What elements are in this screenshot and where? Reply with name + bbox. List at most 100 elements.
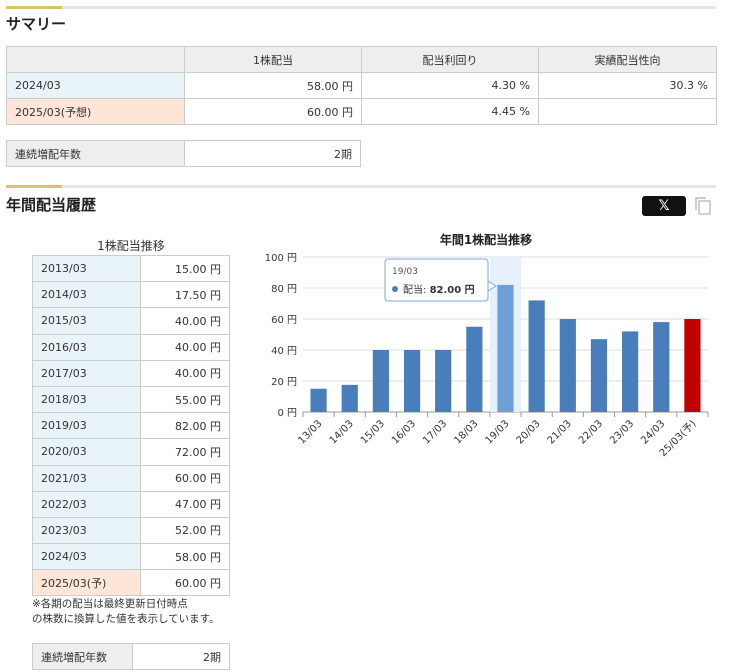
summary-header-dividend: 1株配当 [184,46,362,73]
history-period: 2021/03 [32,464,141,492]
history-title: 年間配当履歴 [6,196,97,214]
bar [310,388,327,412]
bar [653,322,670,412]
bar [528,300,545,412]
summary-table: 1株配当 配当利回り 実績配当性向 2024/03 58.00 円 4.30 %… [6,46,717,125]
history-value: 82.00 円 [140,412,230,440]
note-line: の株数に換算した値を表示しています。 [32,613,220,625]
summary-period: 2025/03(予想) [6,98,185,125]
history-row: 2020/03 72.00 円 [32,438,230,466]
section-divider [6,185,716,188]
y-tick-label: 60 円 [271,315,297,326]
x-tick-label: 18/03 [452,418,480,446]
history-row: 2024/03 58.00 円 [32,543,230,571]
chart-title: 年間1株配当推移 [440,232,532,247]
y-tick-label: 20 円 [271,377,297,388]
history-period: 2019/03 [32,412,141,440]
history-row: 2022/03 47.00 円 [32,490,230,518]
history-period: 2014/03 [32,281,141,309]
history-value: 60.00 円 [140,464,230,492]
history-row: 2023/03 52.00 円 [32,516,230,545]
history-row: 2016/03 40.00 円 [32,333,230,361]
x-tick-label: 13/03 [297,418,325,446]
summary-header-row: 1株配当 配当利回り 実績配当性向 [6,46,717,73]
summary-title: サマリー [6,15,67,33]
history-row: 2019/03 82.00 円 [32,412,230,440]
history-value: 58.00 円 [140,543,230,571]
history-streak-table: 連続増配年数 2期 [32,643,230,670]
bar [684,319,701,412]
history-row: 2014/03 17.50 円 [32,281,230,309]
streak-label: 連続増配年数 [6,140,185,167]
x-tick-label: 20/03 [515,418,543,446]
history-value: 55.00 円 [140,385,230,414]
copy-icon[interactable] [694,196,712,216]
bar [622,331,639,412]
history-row: 2018/03 55.00 円 [32,385,230,414]
x-tick-label: 22/03 [577,418,605,446]
bar [466,326,483,412]
bar [341,384,358,412]
bar [559,319,576,412]
x-logo-icon: 𝕏 [658,198,670,214]
tooltip-value: 82.00 円 [430,284,475,296]
tooltip-label: 配当: 82.00 円 [403,283,475,296]
history-period: 2013/03 [32,254,141,283]
x-tick-label: 21/03 [546,418,574,446]
history-period: 2024/03 [32,543,141,571]
summary-yield: 4.30 % [361,72,539,99]
summary-payout: 30.3 % [538,72,717,99]
history-value: 40.00 円 [140,359,230,387]
history-value: 72.00 円 [140,438,230,466]
y-tick-label: 40 円 [271,346,297,357]
x-tick-label: 15/03 [359,418,387,446]
history-row: 2025/03(予) 60.00 円 [32,569,230,597]
summary-yield: 4.45 % [361,98,539,125]
summary-payout [538,98,717,125]
history-period: 2025/03(予) [32,569,141,597]
history-value: 52.00 円 [140,516,230,545]
x-tick-label: 23/03 [608,418,636,446]
history-value: 15.00 円 [140,254,230,283]
x-tick-label: 17/03 [421,418,449,446]
bar [372,350,389,412]
bar [435,350,452,412]
history-value: 47.00 円 [140,490,230,518]
summary-header-yield: 配当利回り [361,46,539,73]
summary-row: 2025/03(予想) 60.00 円 4.45 % [6,98,717,125]
dividend-chart: 年間1株配当推移 0 円20 円40 円60 円80 円100 円 13/03 1… [265,232,709,459]
x-tick-label: 19/03 [483,418,511,446]
history-period: 2015/03 [32,307,141,335]
history-value: 40.00 円 [140,307,230,335]
streak-label: 連続増配年数 [32,643,133,670]
history-row: 2017/03 40.00 円 [32,359,230,387]
tooltip-marker [392,286,398,292]
history-value: 40.00 円 [140,333,230,361]
history-row: 2015/03 40.00 円 [32,307,230,335]
x-tick-label: 24/03 [639,418,667,446]
history-value: 60.00 円 [140,569,230,597]
y-tick-label: 100 円 [265,253,297,264]
history-row: 2013/03 15.00 円 [32,254,230,283]
bar [590,339,608,412]
history-note: ※各期の配当は最終更新日付時点 の株数に換算した値を表示しています。 [32,597,220,627]
streak-value: 2期 [132,643,230,670]
x-tick-label: 14/03 [328,418,356,446]
history-period: 2017/03 [32,359,141,387]
summary-period: 2024/03 [6,72,185,99]
history-period: 2022/03 [32,490,141,518]
x-tick-label: 16/03 [390,418,418,446]
section-divider [6,6,716,9]
y-tick-label: 0 円 [277,408,297,419]
bar [497,284,514,412]
history-period: 2023/03 [32,516,141,545]
history-period: 2018/03 [32,385,141,414]
history-row: 2021/03 60.00 円 [32,464,230,492]
summary-section-header: サマリー [6,6,716,34]
summary-header-blank [6,46,185,73]
y-tick-label: 80 円 [271,284,297,295]
x-share-button[interactable]: 𝕏 [642,196,686,216]
history-table: 2013/03 15.00 円 2014/03 17.50 円 2015/03 40.00… [32,254,230,597]
bar [403,350,421,412]
history-period: 2020/03 [32,438,141,466]
